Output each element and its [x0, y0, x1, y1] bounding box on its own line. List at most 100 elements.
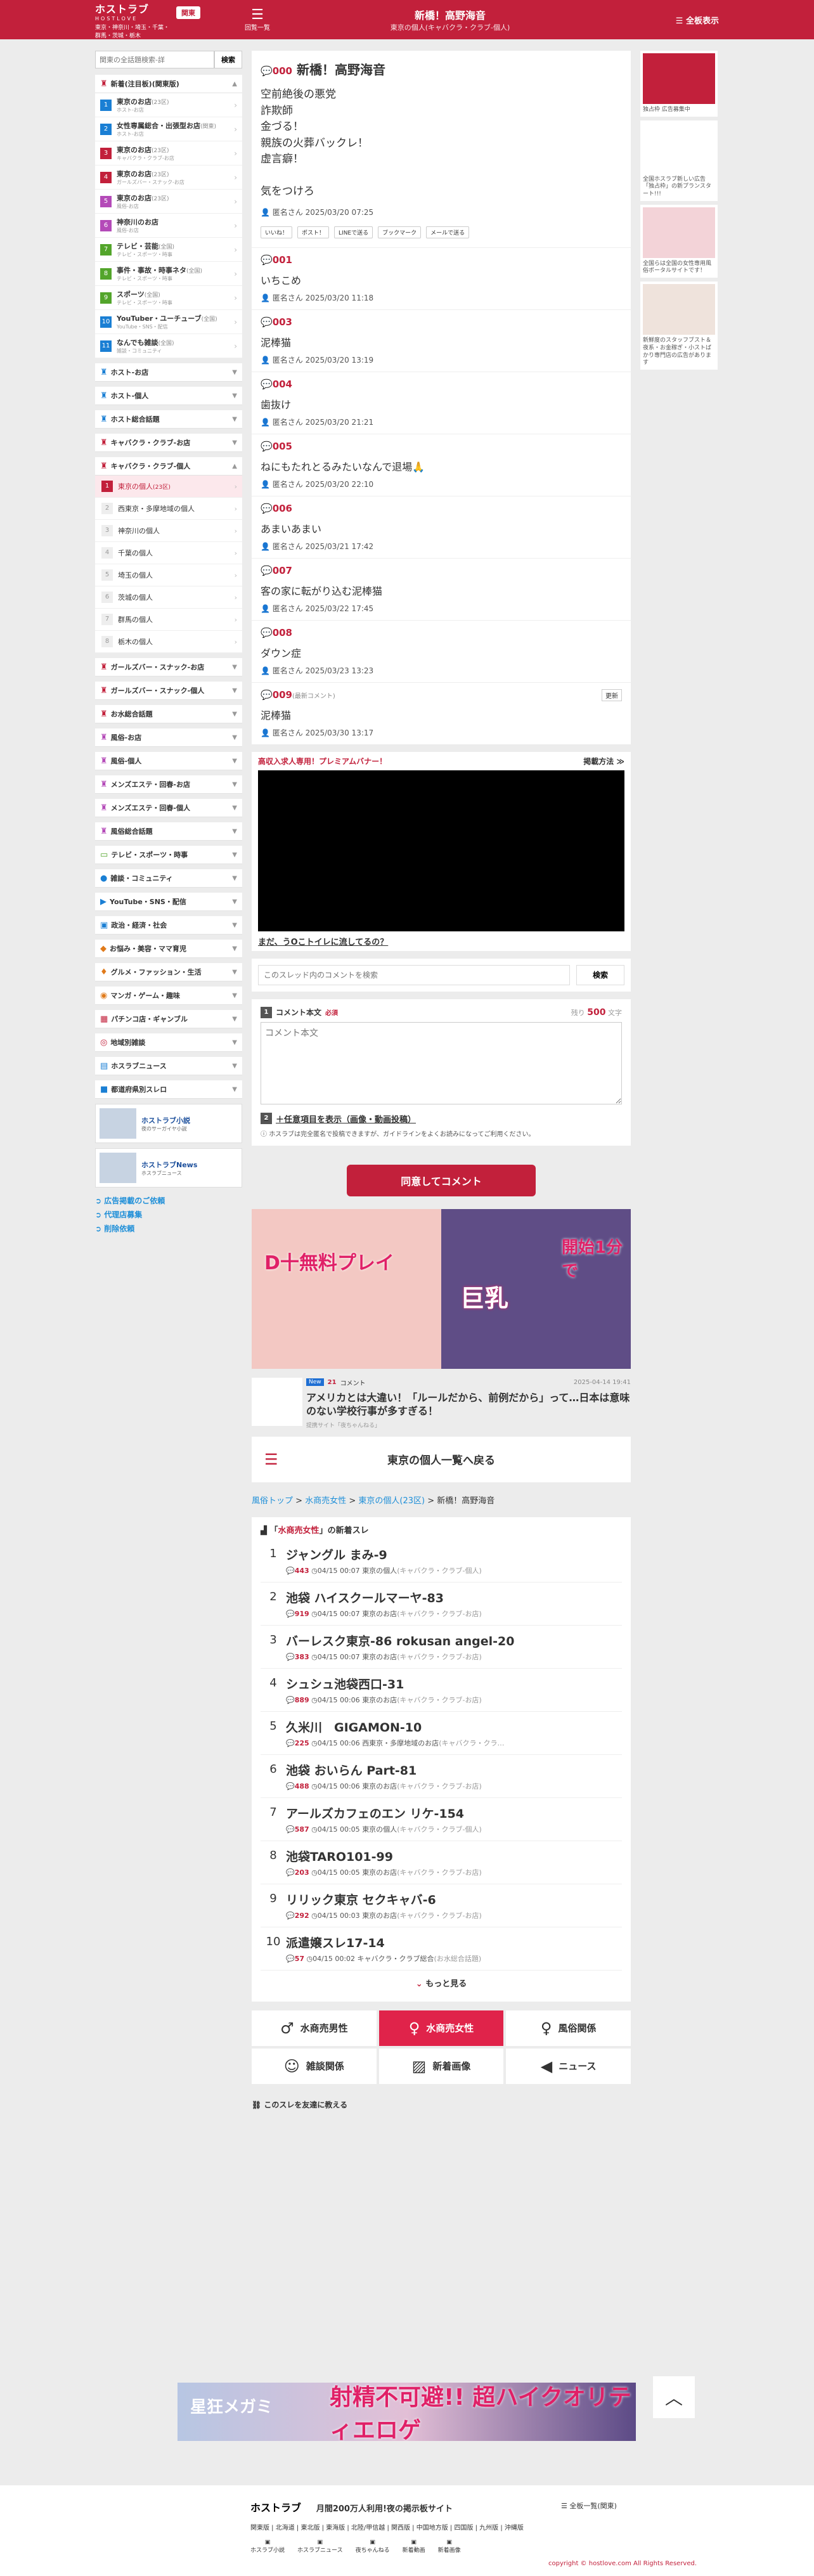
sidebar-link[interactable]: ➲ 広告掲載のご依頼: [95, 1195, 242, 1206]
sidebar-sub-item[interactable]: 1 東京の個人 (23区) ›: [95, 476, 242, 498]
sidebar-category[interactable]: ♜ お水総合話題 ▼: [95, 705, 242, 723]
sidebar-category[interactable]: ◆ お悩み・美容・ママ育児 ▼: [95, 940, 242, 958]
breadcrumb-link[interactable]: 東京の個人: [358, 1496, 399, 1506]
refresh-button[interactable]: 更新: [602, 689, 622, 701]
news-title[interactable]: アメリカとは大違い！「ルールだから、前例だから」って…日本は意味のない学校行事が…: [306, 1391, 631, 1418]
post-number[interactable]: 005: [273, 441, 292, 452]
sidebar-category[interactable]: ♦ グルメ・ファッション・生活 ▼: [95, 963, 242, 981]
sidebar-category[interactable]: ▶ YouTube・SNS・配信 ▼: [95, 893, 242, 911]
sidebar-category[interactable]: ▤ ホスラブニュース ▼: [95, 1057, 242, 1075]
sidebar-link[interactable]: ➲ 削除依頼: [95, 1223, 242, 1234]
new-thread-row[interactable]: 9 リリック東京 セクキャバ-6 💬292 ◷04/15 00:03 東京のお店(キ…: [261, 1884, 622, 1927]
sidebar-item[interactable]: 1 東京のお店(23区) ホスト-お店 ›: [95, 93, 242, 117]
post-number[interactable]: 000: [273, 65, 292, 77]
sidebar-category[interactable]: ♜ ガールズバー・スナック-お店 ▼: [95, 658, 242, 676]
sidebar-category[interactable]: ♜ メンズエステ・回春-お店 ▼: [95, 775, 242, 794]
sidebar-sub-item[interactable]: 7 群馬の個人 ›: [95, 609, 242, 631]
share-button[interactable]: メールで送る: [426, 226, 470, 238]
more-button[interactable]: ⌄ もっと見る: [261, 1971, 622, 1995]
category-tile[interactable]: ◀ ニュース: [506, 2048, 631, 2084]
sidebar-item[interactable]: 5 東京のお店(23区) 風俗-お店 ›: [95, 190, 242, 214]
sidebar-sub-item[interactable]: 6 茨城の個人 ›: [95, 586, 242, 609]
post-number[interactable]: 009: [273, 689, 292, 701]
right-ad[interactable]: 新鮮度のスタッフブスト＆夜系・お金稼ぎ・小ストばかり専門店の広告があります: [640, 282, 718, 370]
open-category-header[interactable]: ♜ キャバクラ・クラブ-個人 ▲: [95, 457, 242, 476]
sidebar-sub-item[interactable]: 5 埼玉の個人 ›: [95, 564, 242, 586]
ad-banner-mid[interactable]: D十無料プレイ 巨乳 開始1分で: [252, 1208, 631, 1369]
right-ad[interactable]: 全国ホスラブ新しい広告「独占枠」の新プランスタート!!!: [640, 120, 718, 201]
right-ad[interactable]: 独占枠 広告募集中: [640, 51, 718, 117]
all-boards-button[interactable]: ☰ 全板表示: [624, 14, 719, 26]
category-tile[interactable]: ♀ 水商売女性: [378, 2010, 504, 2046]
sidebar-category[interactable]: ♜ ホスト-個人 ▼: [95, 387, 242, 405]
sidebar-category[interactable]: ■ 都道府県別スレロ ▼: [95, 1080, 242, 1099]
post-number[interactable]: 001: [273, 254, 292, 266]
sidebar-link[interactable]: ➲ 代理店募集: [95, 1209, 242, 1220]
post-number[interactable]: 008: [273, 627, 292, 638]
sidebar-item[interactable]: 10 YouTuber・ユーチューブ(全国) YouTube・SNS・配信 ›: [95, 310, 242, 334]
breadcrumb-link[interactable]: 風俗トップ: [252, 1496, 293, 1506]
sidebar-category[interactable]: ▭ テレビ・スポーツ・時事 ▼: [95, 846, 242, 864]
share-button[interactable]: いいね！: [261, 226, 293, 238]
sidebar-search-input[interactable]: [95, 51, 214, 68]
new-thread-row[interactable]: 6 池袋 おいらん Part-81 💬488 ◷04/15 00:06 東京のお店(…: [261, 1755, 622, 1798]
new-thread-row[interactable]: 4 シュシュ池袋西口-31 💬889 ◷04/15 00:06 東京のお店(キャバク…: [261, 1669, 622, 1712]
sidebar-item[interactable]: 7 テレビ・芸能(全国) テレビ・スポーツ・時事 ›: [95, 238, 242, 262]
site-logo[interactable]: ホストラブ HOSTLOVE 東京・神奈川・埼玉・千葉・群馬・茨城・栃木: [95, 1, 171, 39]
post-number[interactable]: 006: [273, 503, 292, 514]
comment-textarea[interactable]: [261, 1021, 622, 1104]
right-ad[interactable]: 全国らは全国の女性専用風俗ポータルサイトです！: [640, 204, 718, 278]
new-thread-row[interactable]: 2 池袋 ハイスクールマーヤ-83 💬919 ◷04/15 00:07 東京のお店(…: [261, 1582, 622, 1626]
share-button[interactable]: LINEで送る: [334, 226, 373, 238]
comment-search-button[interactable]: 検索: [576, 964, 624, 985]
submit-comment-button[interactable]: 同意してコメント: [347, 1164, 536, 1196]
optional-items-toggle[interactable]: 2 ＋任意項目を表示（画像・動画投稿）: [261, 1113, 622, 1125]
sidebar-category[interactable]: ♜ 風俗-個人 ▼: [95, 752, 242, 770]
back-to-list-button[interactable]: ☰ 東京の個人一覧へ戻る: [252, 1436, 631, 1482]
post-number[interactable]: 003: [273, 316, 292, 328]
category-tile[interactable]: ♂ 水商売男性: [252, 2010, 377, 2046]
sidebar-sub-item[interactable]: 2 西東京・多摩地域の個人 ›: [95, 498, 242, 520]
sidebar-item[interactable]: 3 東京のお店(23区) キャバクラ・クラブ-お店 ›: [95, 141, 242, 165]
footer-icon-link[interactable]: ▣ 新着動画: [403, 2539, 425, 2554]
region-button[interactable]: 関東: [176, 6, 200, 19]
sidebar-category[interactable]: ♜ キャバクラ・クラブ-お店 ▼: [95, 434, 242, 452]
new-thread-row[interactable]: 1 ジャングル まみ-9 💬443 ◷04/15 00:07 東京の個人(キャバクラ…: [261, 1539, 622, 1582]
share-button[interactable]: ポスト！: [297, 226, 330, 238]
category-tile[interactable]: ☺ 雑談関係: [252, 2048, 377, 2084]
category-tile[interactable]: ▨ 新着画像: [378, 2048, 504, 2084]
sidebar-category[interactable]: ♜ ホスト-お店 ▼: [95, 363, 242, 382]
new-thread-row[interactable]: 7 アールズカフェのエン リケ-154 💬587 ◷04/15 00:05 東京の個…: [261, 1798, 622, 1841]
sidebar-banner[interactable]: ホストラブNews ホスラブニュース: [95, 1148, 242, 1188]
menu-button[interactable]: ☰ 回覧一覧: [238, 8, 276, 32]
sidebar-category[interactable]: ▦ パチンコ店・ギャンブル ▼: [95, 1010, 242, 1028]
new-thread-row[interactable]: 8 池袋TARO101-99 💬203 ◷04/15 00:05 東京のお店(キャバ…: [261, 1841, 622, 1884]
sidebar-category[interactable]: ♜ 風俗総合話題 ▼: [95, 822, 242, 841]
news-item[interactable]: New 21 コメント 2025-04-14 19:41 アメリカとは大違い！「ルール…: [252, 1375, 631, 1437]
sidebar-item[interactable]: 6 神奈川のお店 風俗-お店 ›: [95, 214, 242, 238]
footer-icon-link[interactable]: ▣ 新着画像: [438, 2539, 461, 2554]
premium-video[interactable]: [258, 770, 624, 931]
breadcrumb-link[interactable]: 水商売女性: [305, 1496, 346, 1506]
share-button[interactable]: ブックマーク: [378, 226, 422, 238]
sidebar-item[interactable]: 2 女性専属総合・出張型お店(関東) ホスト-お店 ›: [95, 117, 242, 141]
premium-caption[interactable]: まだ、うOこトイレに流してるの？: [258, 935, 624, 947]
sidebar-category[interactable]: ♜ ガールズバー・スナック-個人 ▼: [95, 682, 242, 700]
footer-icon-link[interactable]: ▣ ホスラブ小説: [250, 2539, 285, 2554]
footer-icon-link[interactable]: ▣ ホスラブニュース: [297, 2539, 343, 2554]
scroll-top-button[interactable]: ︿: [653, 2376, 695, 2418]
sidebar-item[interactable]: 4 東京のお店(23区) ガールズバー・スナック-お店 ›: [95, 165, 242, 190]
new-thread-row[interactable]: 10 派遣嬢スレ17-14 💬57 ◷04/15 00:02 キャバクラ・クラブ総合…: [261, 1927, 622, 1971]
sidebar-category[interactable]: ♜ 風俗-お店 ▼: [95, 728, 242, 747]
breadcrumb-link-suffix[interactable]: (23区): [399, 1496, 425, 1506]
footer-regions[interactable]: 関東版 | 北海道 | 東北版 | 東海版 | 北陸/甲信越 | 関西版 | 中…: [250, 2522, 814, 2532]
sidebar-sub-item[interactable]: 4 千葉の個人 ›: [95, 542, 242, 564]
footer-all-boards[interactable]: ☰ 全板一覧(関東): [561, 2501, 617, 2511]
footer-icon-link[interactable]: ▣ 夜ちゃんねる: [356, 2539, 390, 2554]
post-number[interactable]: 007: [273, 565, 292, 576]
sidebar-sub-item[interactable]: 3 神奈川の個人 ›: [95, 520, 242, 542]
sidebar-category[interactable]: ● 雑談・コミュニティ ▼: [95, 869, 242, 888]
sidebar-sub-item[interactable]: 8 栃木の個人 ›: [95, 631, 242, 653]
bottom-ad-banner[interactable]: 星狂メガミ 射精不可避!! 超ハイクオリティエロゲ: [178, 2383, 636, 2443]
sidebar-item[interactable]: 9 スポーツ(全国) テレビ・スポーツ・時事 ›: [95, 286, 242, 310]
